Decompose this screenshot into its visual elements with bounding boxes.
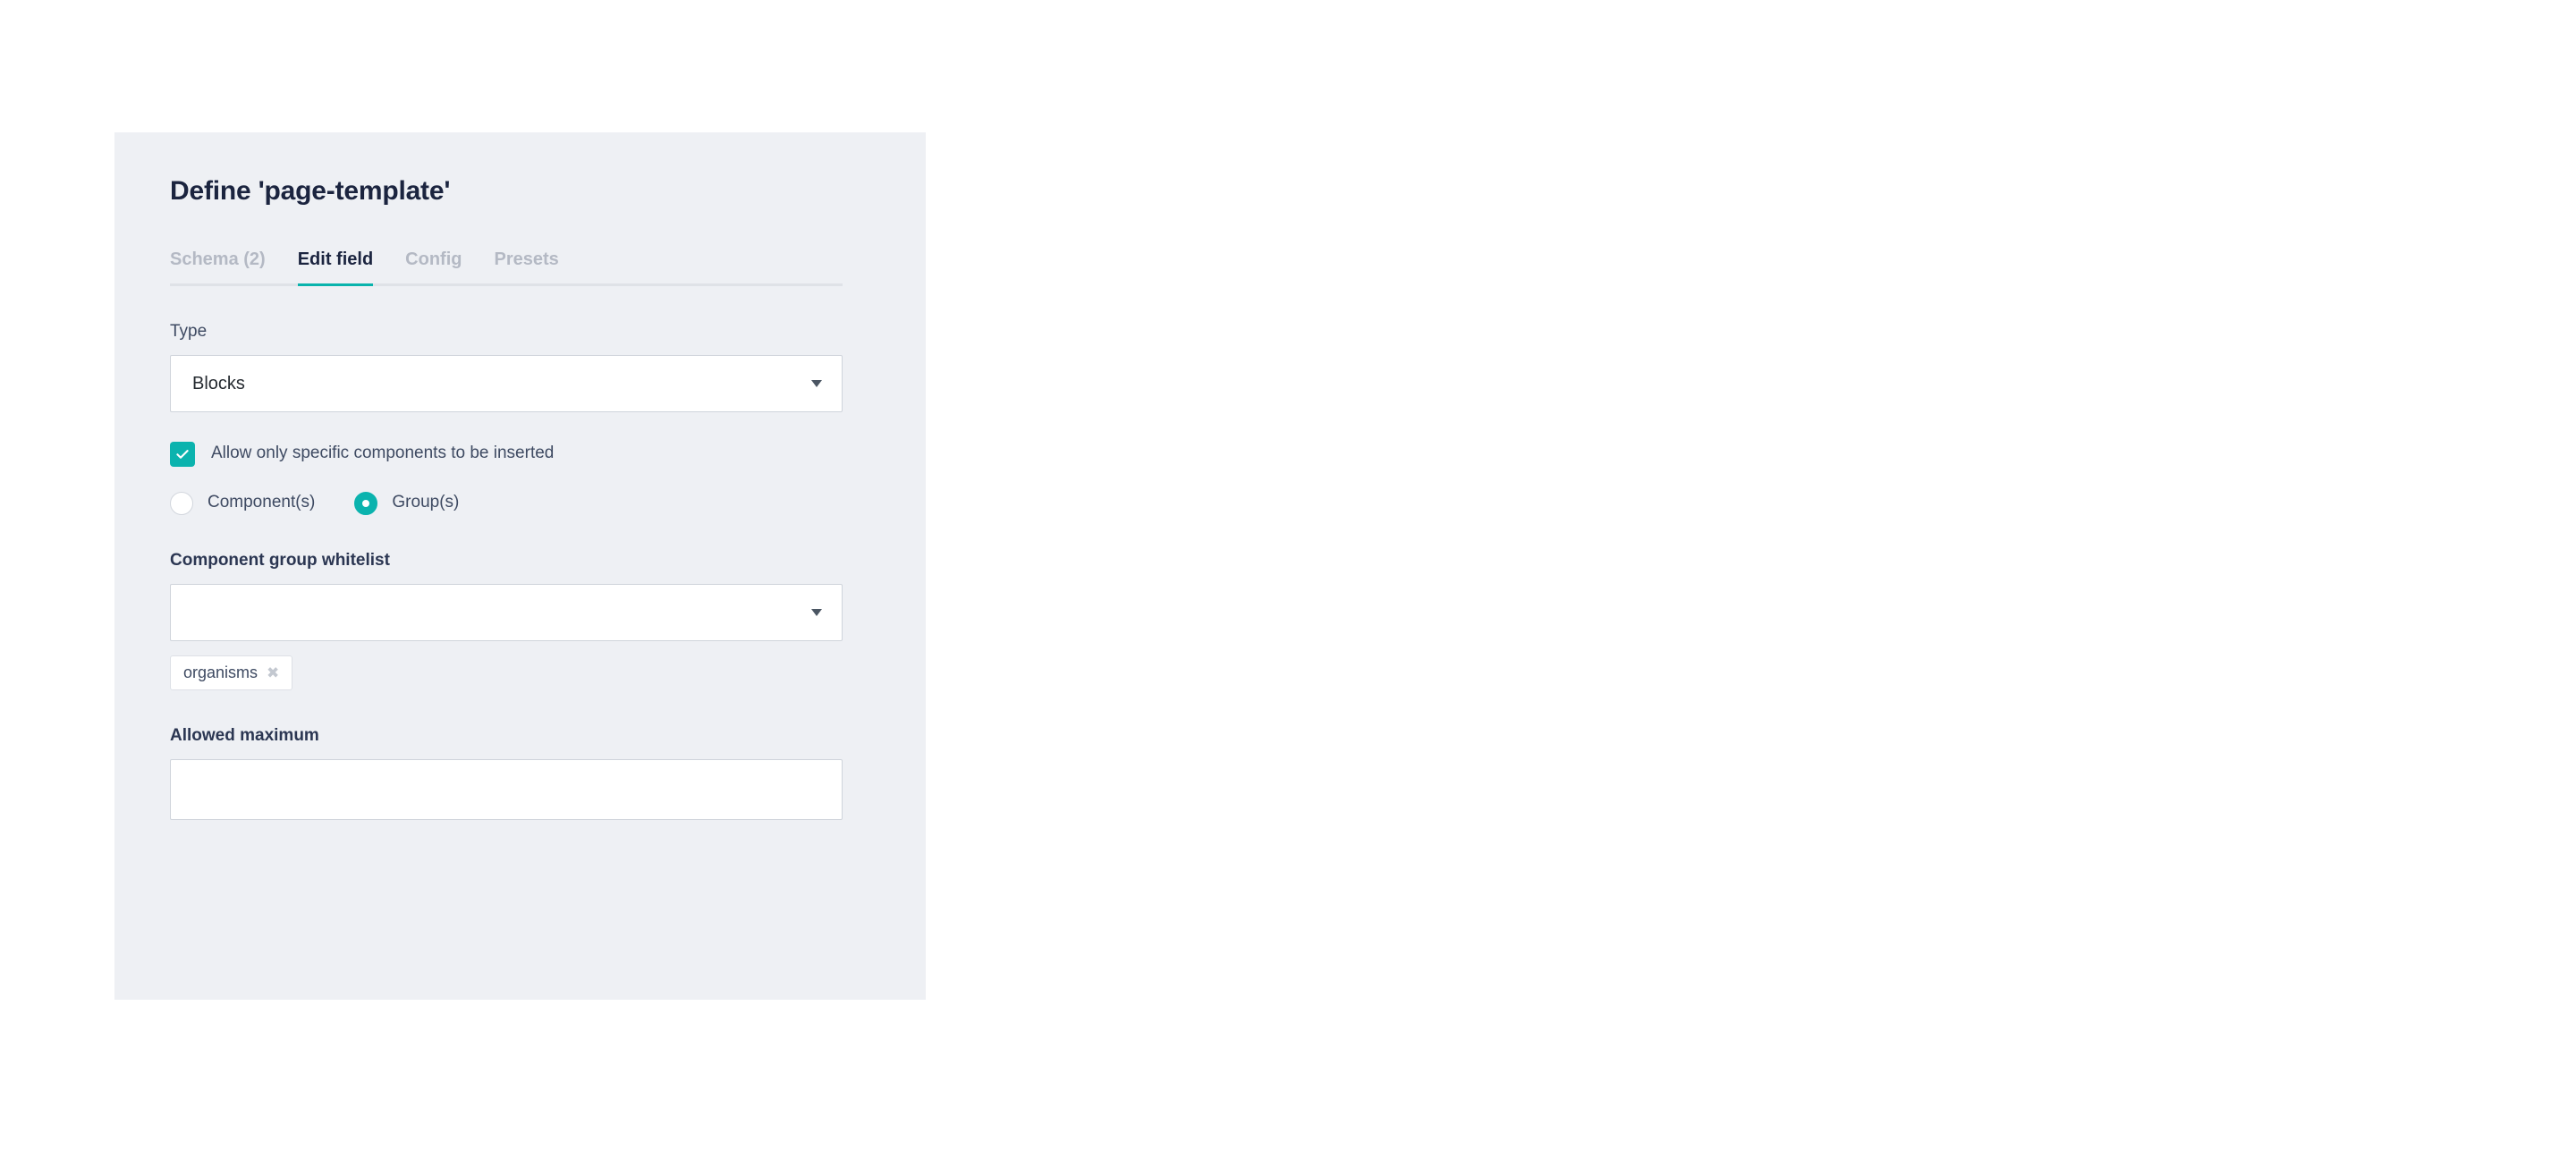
allowed-maximum-label: Allowed maximum <box>170 726 319 746</box>
radio-groups[interactable]: Group(s) <box>354 491 460 515</box>
radio-unselected-icon[interactable] <box>170 491 193 515</box>
radio-selected-icon[interactable] <box>354 491 378 515</box>
radio-groups-label: Group(s) <box>392 493 460 512</box>
chevron-down-icon <box>811 379 822 387</box>
type-select-value: Blocks <box>192 373 245 393</box>
radio-components[interactable]: Component(s) <box>170 491 316 515</box>
allow-specific-components-checkbox-row[interactable]: Allow only specific components to be ins… <box>170 441 555 467</box>
tab-presets[interactable]: Presets <box>494 249 558 286</box>
chevron-down-icon <box>811 608 822 616</box>
page-title: Define 'page-template' <box>170 176 451 206</box>
chip-remove-icon[interactable]: ✖ <box>267 665 279 680</box>
type-select[interactable]: Blocks <box>170 354 843 412</box>
allowed-maximum-field-group: Allowed maximum <box>170 726 870 820</box>
tab-bar: Schema (2) Edit field Config Presets <box>170 249 843 286</box>
radio-components-label: Component(s) <box>208 493 316 512</box>
checkbox-checked-icon[interactable] <box>170 441 195 467</box>
whitelist-field-group: Component group whitelist organisms ✖ <box>170 550 870 691</box>
whitelist-chip-list: organisms ✖ <box>170 655 870 691</box>
type-field-group: Type Blocks <box>170 322 870 412</box>
tab-schema[interactable]: Schema (2) <box>170 249 266 286</box>
tab-config[interactable]: Config <box>405 249 462 286</box>
chip-label: organisms <box>183 663 258 681</box>
radio-dot <box>362 499 370 507</box>
whitelist-select[interactable] <box>170 583 843 641</box>
allow-specific-components-label: Allow only specific components to be ins… <box>211 444 555 463</box>
allowed-maximum-input[interactable] <box>170 758 843 820</box>
scope-radio-group: Component(s) Group(s) <box>170 491 870 515</box>
type-field-label: Type <box>170 322 208 341</box>
tab-edit-field[interactable]: Edit field <box>297 249 374 286</box>
define-field-panel: Define 'page-template' Schema (2) Edit f… <box>114 132 926 1000</box>
chip-organisms: organisms ✖ <box>170 655 293 691</box>
whitelist-field-label: Component group whitelist <box>170 550 390 570</box>
